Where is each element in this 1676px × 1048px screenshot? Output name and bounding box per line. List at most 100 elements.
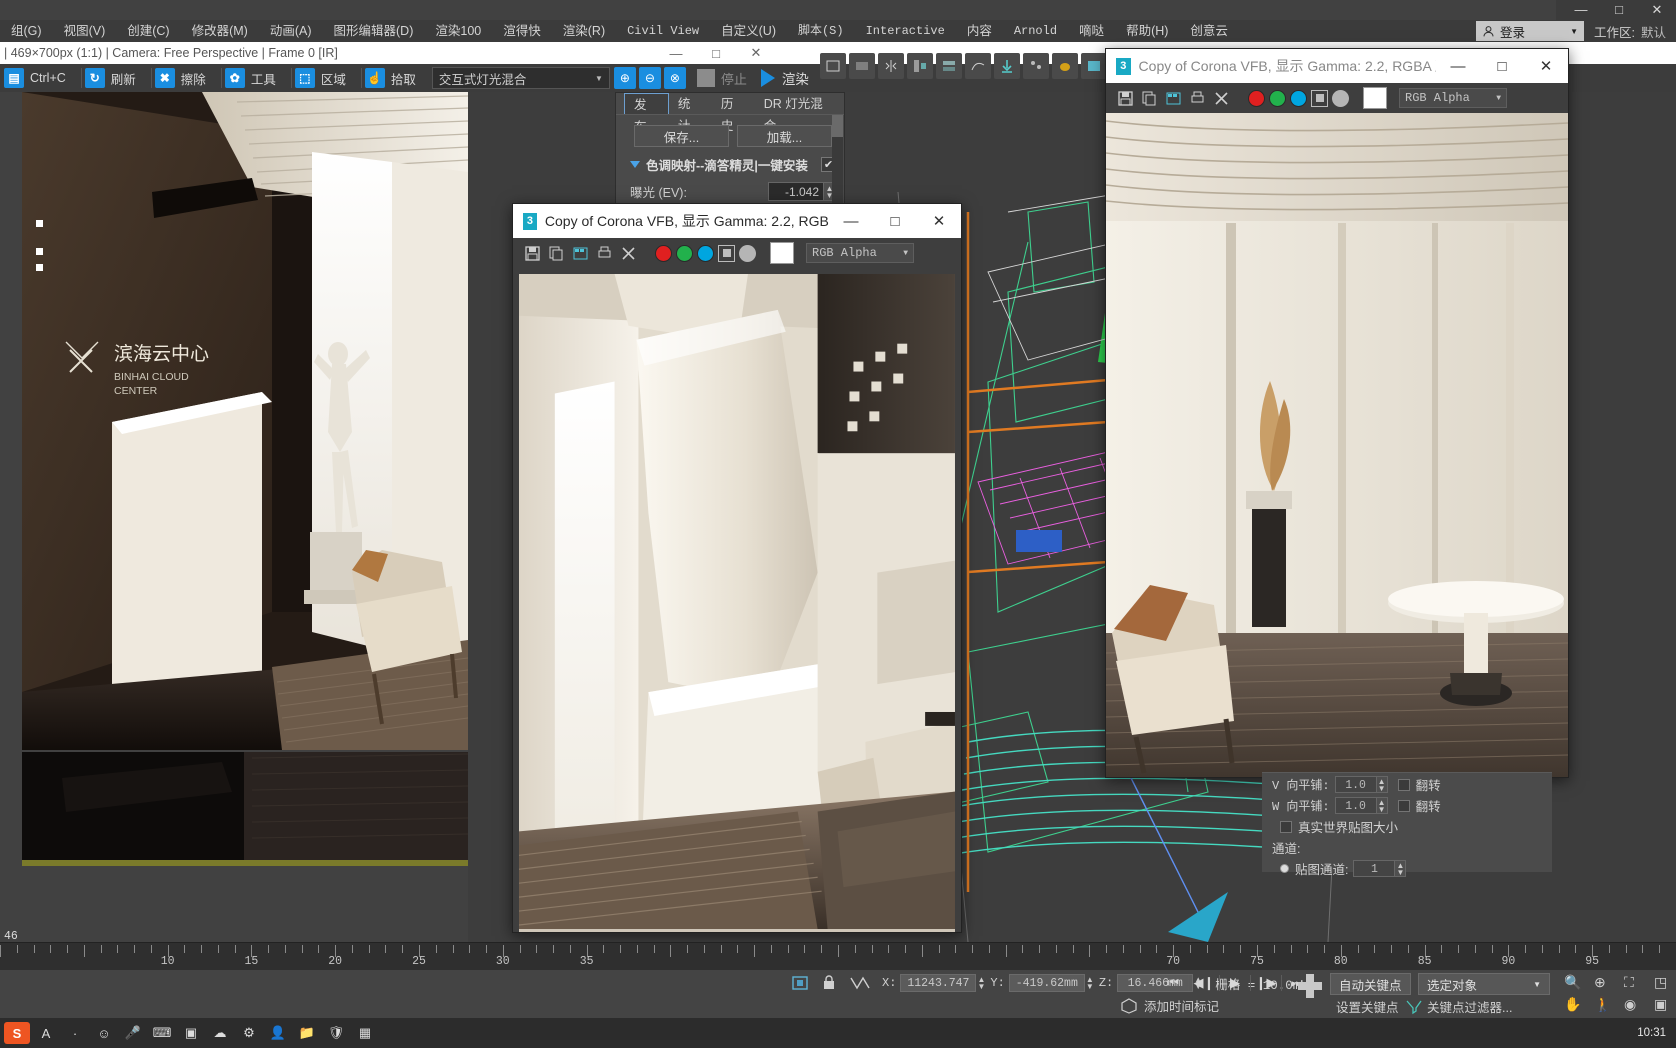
- stop-render-button[interactable]: 停止: [696, 69, 761, 88]
- sogou-input-icon[interactable]: S: [4, 1020, 30, 1046]
- minimize-button[interactable]: —: [1562, 0, 1600, 20]
- zoom-out-button[interactable]: ⊖: [638, 67, 661, 89]
- green-channel-dot[interactable]: [676, 244, 693, 262]
- save-as-icon[interactable]: [1162, 87, 1184, 109]
- menu-item-tick[interactable]: 嘀哒: [1068, 20, 1115, 42]
- vfb-back-image[interactable]: [1106, 113, 1568, 777]
- vfb-front-maximize-button[interactable]: □: [873, 204, 917, 238]
- vfb-back-minimize-button[interactable]: —: [1436, 49, 1480, 83]
- w-tiling-spinner[interactable]: ▲ ▼: [1376, 797, 1388, 814]
- selection-set-dropdown[interactable]: 选定对象 ▼: [1418, 973, 1550, 995]
- vfb-window-front[interactable]: 3 Copy of Corona VFB, 显示 Gamma: 2.2, RGB…: [512, 203, 962, 933]
- start-render-button[interactable]: 渲染: [760, 68, 821, 88]
- save-icon[interactable]: [1114, 87, 1136, 109]
- menu-item-arnold[interactable]: Arnold: [1003, 20, 1068, 42]
- corona-region-button[interactable]: ⬚ 区域: [294, 66, 356, 90]
- close-icon[interactable]: [617, 242, 639, 264]
- menu-item-animation[interactable]: 动画(A): [259, 20, 323, 42]
- blue-channel-dot[interactable]: [697, 244, 714, 262]
- save-icon[interactable]: [521, 242, 543, 264]
- vfb-back-titlebar[interactable]: 3 Copy of Corona VFB, 显示 Gamma: 2.2, RGB…: [1106, 49, 1568, 83]
- lock-icon[interactable]: [818, 973, 840, 993]
- tab-statistics[interactable]: 统计: [669, 93, 712, 133]
- host-close-button[interactable]: ✕: [736, 45, 776, 61]
- scrollbar-thumb[interactable]: [832, 115, 843, 137]
- mic-icon[interactable]: 🎤: [120, 1020, 146, 1046]
- coord-x[interactable]: X: 11243.747 ▲ ▼: [882, 974, 986, 992]
- dot-icon[interactable]: ·: [62, 1020, 88, 1046]
- coord-y-spinner[interactable]: ▲ ▼: [1085, 974, 1095, 992]
- named-selection-icon[interactable]: [849, 53, 875, 79]
- close-icon[interactable]: [1210, 87, 1232, 109]
- mono-channel-box[interactable]: [718, 244, 735, 262]
- w-tiling-value[interactable]: 1.0: [1334, 797, 1377, 814]
- auto-key-toggle[interactable]: 自动关键点: [1330, 973, 1411, 995]
- next-frame-icon[interactable]: ❙▶: [1253, 972, 1279, 994]
- copy-icon[interactable]: [1138, 87, 1160, 109]
- zoom-reset-button[interactable]: ⊗: [663, 67, 686, 89]
- exposure-spinner[interactable]: -1.042 ▲ ▼: [768, 182, 836, 201]
- map-channel-radio[interactable]: [1280, 864, 1289, 873]
- menu-item-customize[interactable]: 自定义(U): [710, 20, 787, 42]
- login-dropdown[interactable]: 登录 ▼: [1476, 21, 1584, 41]
- timeline-trackbar[interactable]: 10 15 20 25 30 35 70 75 80 85 90 95: [0, 942, 1676, 970]
- background-color-swatch[interactable]: [770, 242, 794, 264]
- grid-icon[interactable]: ▦: [352, 1020, 378, 1046]
- maximize-button[interactable]: □: [1600, 0, 1638, 20]
- alpha-channel-dot[interactable]: [739, 244, 756, 262]
- save-as-icon[interactable]: [569, 242, 591, 264]
- coord-x-spinner[interactable]: ▲ ▼: [976, 974, 986, 992]
- menu-item-fast-render[interactable]: 渲得快: [492, 20, 552, 42]
- corona-pick-button[interactable]: ☝ 拾取: [364, 66, 426, 90]
- menu-item-civil-view[interactable]: Civil View: [616, 20, 710, 42]
- w-flip-checkbox[interactable]: [1397, 799, 1410, 812]
- menu-item-content[interactable]: 内容: [956, 20, 1003, 42]
- vfb-front-titlebar[interactable]: 3 Copy of Corona VFB, 显示 Gamma: 2.2, RGB…: [513, 204, 961, 238]
- coord-y-value[interactable]: -419.62mm: [1008, 974, 1085, 992]
- corona-tools-button[interactable]: ✿ 工具: [224, 66, 286, 90]
- print-icon[interactable]: [593, 242, 615, 264]
- vfb-front-image[interactable]: [519, 274, 955, 932]
- copy-icon[interactable]: [545, 242, 567, 264]
- menu-item-group[interactable]: 组(G): [0, 20, 53, 42]
- previous-frame-icon[interactable]: ◀❙: [1191, 972, 1217, 994]
- corona-clear-button[interactable]: ✖ 擦除: [154, 66, 216, 90]
- host-maximize-button[interactable]: □: [696, 46, 736, 61]
- lightmix-mode-dropdown[interactable]: 交互式灯光混合 ▼: [431, 67, 610, 89]
- background-color-swatch[interactable]: [1363, 87, 1387, 109]
- vfb-back-close-button[interactable]: ✕: [1524, 49, 1568, 83]
- viewport-secondary-preview[interactable]: [22, 752, 468, 866]
- download-icon[interactable]: [994, 53, 1020, 79]
- menu-item-scripting[interactable]: 脚本(S): [787, 20, 855, 42]
- print-icon[interactable]: [1186, 87, 1208, 109]
- workspace-value[interactable]: 默认: [1641, 22, 1676, 41]
- play-animation-icon[interactable]: ▶: [1222, 972, 1248, 994]
- orbit-icon[interactable]: ◉: [1624, 996, 1636, 1013]
- tone-mapping-rollout[interactable]: 色调映射--滴答精灵|一键安装 ✔: [616, 147, 844, 174]
- person-icon[interactable]: 👤: [265, 1020, 291, 1046]
- menu-item-graph-editors[interactable]: 图形编辑器(D): [323, 20, 425, 42]
- green-channel-dot[interactable]: [1269, 89, 1286, 107]
- corona-refresh-button[interactable]: ↻ 刷新: [84, 66, 146, 90]
- set-key-button[interactable]: [1288, 970, 1332, 1000]
- mono-channel-box[interactable]: [1311, 89, 1328, 107]
- v-tiling-value[interactable]: 1.0: [1334, 776, 1377, 793]
- zoom-in-button[interactable]: ⊕: [613, 67, 636, 89]
- red-channel-dot[interactable]: [1248, 89, 1265, 107]
- keyboard-icon[interactable]: ⌨: [149, 1020, 175, 1046]
- coord-y[interactable]: Y: -419.62mm ▲ ▼: [990, 974, 1094, 992]
- folder-icon[interactable]: 📁: [294, 1020, 320, 1046]
- coord-x-value[interactable]: 11243.747: [900, 974, 977, 992]
- menu-item-view[interactable]: 视图(V): [53, 20, 117, 42]
- vfb-front-close-button[interactable]: ✕: [917, 204, 961, 238]
- blue-channel-dot[interactable]: [1290, 89, 1307, 107]
- zoom-extents-icon[interactable]: ⛶: [1624, 974, 1634, 991]
- alpha-channel-dot[interactable]: [1332, 89, 1349, 107]
- settings-icon[interactable]: ⚙: [236, 1020, 262, 1046]
- corona-copy-button[interactable]: ▤ Ctrl+C: [4, 66, 76, 90]
- menu-item-interactive[interactable]: Interactive: [855, 20, 956, 42]
- menu-item-create[interactable]: 创建(C): [116, 20, 180, 42]
- tab-publish[interactable]: 发布: [624, 93, 669, 134]
- field-of-view-icon[interactable]: ◳: [1654, 974, 1667, 991]
- menu-item-modifiers[interactable]: 修改器(M): [181, 20, 259, 42]
